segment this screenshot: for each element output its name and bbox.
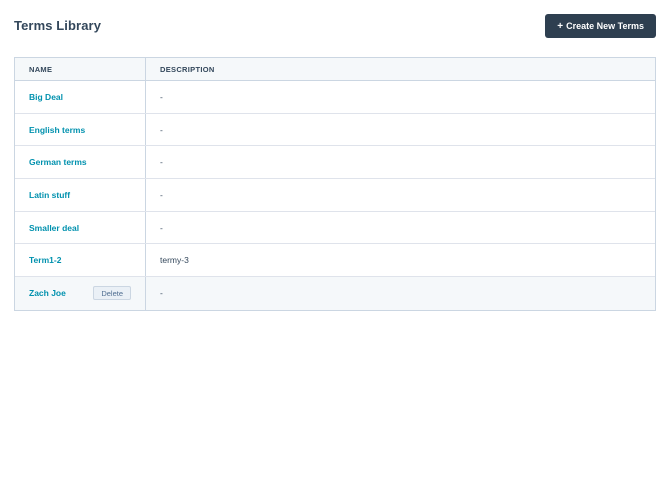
table-row: Term1-2 termy-3 — [15, 244, 655, 278]
name-cell: Term1-2 — [15, 244, 146, 277]
term-description: - — [160, 91, 163, 102]
page-header: Terms Library + Create New Terms — [14, 14, 656, 38]
term-name-link[interactable]: Smaller deal — [29, 223, 79, 233]
term-name-link[interactable]: German terms — [29, 157, 87, 167]
description-cell: - — [146, 114, 655, 146]
description-cell: termy-3 — [146, 244, 655, 276]
terms-library-page: Terms Library + Create New Terms NAME DE… — [0, 0, 670, 479]
plus-icon: + — [557, 20, 564, 32]
create-new-terms-label: Create New Terms — [566, 21, 644, 31]
name-cell: Latin stuff — [15, 179, 146, 211]
term-description: - — [160, 288, 163, 299]
table-row: German terms - — [15, 146, 655, 180]
table-row: Latin stuff - — [15, 179, 655, 212]
description-cell: - — [146, 277, 655, 310]
name-cell: German terms — [15, 146, 146, 179]
name-cell: Big Deal — [15, 81, 146, 113]
description-cell: - — [146, 81, 655, 113]
term-description: - — [160, 189, 163, 200]
term-name-link[interactable]: Term1-2 — [29, 255, 61, 265]
description-cell: - — [146, 212, 655, 244]
term-name-link[interactable]: Big Deal — [29, 92, 63, 102]
name-cell: Smaller deal — [15, 211, 146, 244]
name-cell: Zach Joe Delete — [15, 277, 146, 310]
table-row: Smaller deal - — [15, 211, 655, 245]
table-row: English terms - — [15, 113, 655, 147]
column-header-name[interactable]: NAME — [15, 58, 146, 80]
column-header-description[interactable]: DESCRIPTION — [146, 58, 655, 80]
term-description: - — [160, 157, 163, 168]
table-header: NAME DESCRIPTION — [15, 58, 655, 81]
term-description: termy-3 — [160, 255, 189, 266]
page-title: Terms Library — [14, 18, 102, 33]
term-description: - — [160, 124, 163, 135]
delete-button[interactable]: Delete — [93, 286, 131, 301]
description-cell: - — [146, 179, 655, 211]
name-cell: English terms — [15, 113, 146, 146]
description-cell: - — [146, 146, 655, 178]
table-row: Big Deal - — [15, 81, 655, 114]
term-name-link[interactable]: Zach Joe — [29, 288, 66, 298]
term-name-link[interactable]: Latin stuff — [29, 190, 70, 200]
term-description: - — [160, 222, 163, 233]
create-new-terms-button[interactable]: + Create New Terms — [545, 14, 656, 38]
table-row-hovered: Zach Joe Delete - — [15, 277, 655, 310]
terms-table: NAME DESCRIPTION Big Deal - English term… — [14, 57, 656, 311]
term-name-link[interactable]: English terms — [29, 125, 85, 135]
